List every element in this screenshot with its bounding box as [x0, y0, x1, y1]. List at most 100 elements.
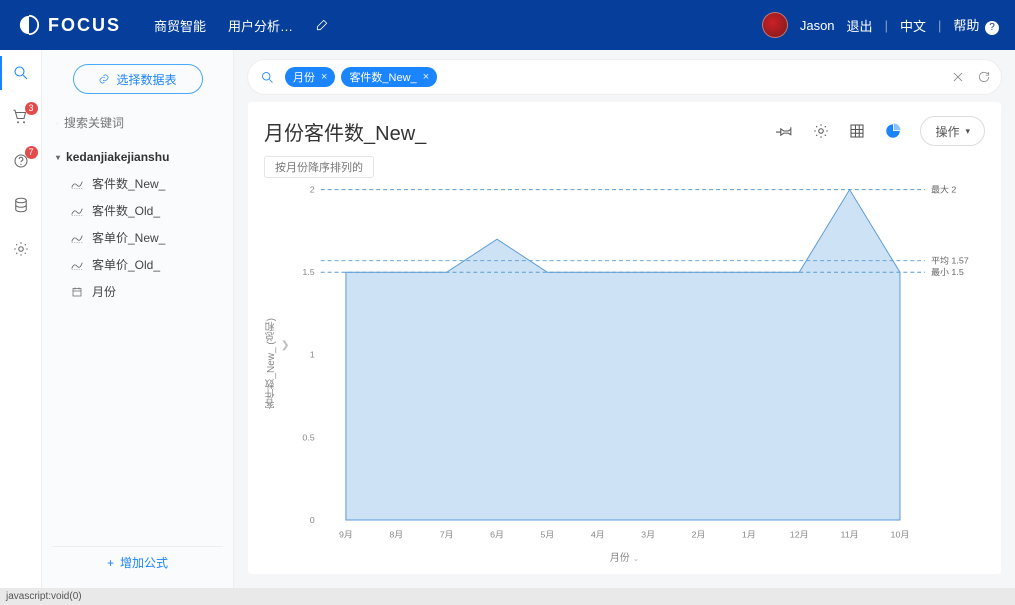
field-label: 客件数_New_ [92, 175, 165, 192]
field-label: 客件数_Old_ [92, 202, 160, 219]
help-icon: ? [985, 21, 999, 35]
field-label: 客单价_New_ [92, 229, 165, 246]
query-chip[interactable]: 月份 × [285, 67, 335, 87]
rail-assist-icon[interactable]: 7 [12, 152, 30, 170]
clear-query-icon[interactable] [951, 70, 965, 84]
dataset-header[interactable]: ▾ kedanjiakejianshu [52, 140, 223, 170]
chip-remove-icon[interactable]: × [321, 71, 327, 83]
brand-logo[interactable]: FOCUS [0, 14, 139, 36]
field-label: 月份 [92, 283, 116, 300]
operations-button[interactable]: 操作 ▾ [920, 116, 985, 146]
card-header: 月份客件数_New_ 操作 ▾ [264, 116, 985, 146]
dataset-name: kedanjiakejianshu [66, 150, 169, 164]
query-chip[interactable]: 客件数_New_ × [341, 67, 437, 87]
nav-right-group: Jason 退出 | 中文 | 帮助 ? [762, 12, 1015, 38]
chart-type-icon[interactable] [884, 122, 902, 140]
chip-label: 月份 [293, 69, 315, 85]
rail-assist-badge: 7 [25, 146, 38, 159]
top-nav: FOCUS 商贸智能 用户分析… Jason 退出 | 中文 | 帮助 ? [0, 0, 1015, 50]
add-formula-label: 增加公式 [120, 554, 168, 571]
svg-text:8月: 8月 [390, 529, 404, 539]
chip-remove-icon[interactable]: × [423, 71, 429, 83]
svg-text:最大 2: 最大 2 [931, 184, 956, 195]
avatar[interactable] [762, 12, 788, 38]
nav-language[interactable]: 中文 [900, 16, 926, 35]
query-bar[interactable]: 月份 × 客件数_New_ × [248, 60, 1001, 94]
chart-area: 客件数_New_ (总和) ❯ 0 0.5 1 1.5 2 最大 2 平均 1.57最小 1… [264, 180, 985, 547]
nav-item-bi[interactable]: 商贸智能 [154, 16, 206, 35]
chip-label: 客件数_New_ [349, 69, 416, 85]
brand-name: FOCUS [48, 15, 121, 36]
expand-y-axis-icon[interactable]: ❯ [281, 340, 289, 351]
edit-icon[interactable] [315, 18, 329, 32]
svg-text:1月: 1月 [742, 529, 756, 539]
chart-card: 月份客件数_New_ 操作 ▾ 按月份降序排列的 客件数_New_ (总和) ❯ [248, 102, 1001, 574]
rail-cart-icon[interactable]: 3 [12, 108, 30, 126]
svg-text:0.5: 0.5 [303, 432, 315, 442]
sidebar: 选择数据表 ▾ kedanjiakejianshu 客件数_New_ 客件数_Ol… [42, 50, 234, 588]
table-icon[interactable] [848, 122, 866, 140]
measure-field-icon [70, 205, 84, 217]
field-item[interactable]: 客单价_Old_ [52, 251, 223, 278]
sort-tag[interactable]: 按月份降序排列的 [264, 156, 374, 178]
svg-text:12月: 12月 [790, 529, 809, 539]
svg-text:2月: 2月 [692, 529, 706, 539]
svg-text:5月: 5月 [541, 529, 555, 539]
search-icon [56, 117, 58, 130]
chevron-down-icon: ⌄ [633, 554, 640, 563]
nav-left-group: 商贸智能 用户分析… [154, 16, 329, 35]
svg-text:2: 2 [310, 185, 315, 195]
field-label: 客单价_Old_ [92, 256, 160, 273]
svg-text:3月: 3月 [642, 529, 656, 539]
x-axis-title: 月份 ⌄ [264, 547, 985, 564]
date-field-icon [70, 286, 84, 298]
chevron-down-icon: ▾ [965, 126, 970, 137]
svg-text:平均 1.57: 平均 1.57 [931, 255, 969, 266]
search-icon [260, 70, 275, 85]
nav-divider: | [938, 18, 941, 33]
field-item[interactable]: 月份 [52, 278, 223, 305]
svg-text:1.5: 1.5 [303, 267, 315, 277]
nav-item-user-analytics[interactable]: 用户分析… [228, 16, 293, 35]
link-icon [98, 73, 110, 85]
rail-settings-icon[interactable] [12, 240, 30, 258]
focus-logo-icon [18, 14, 40, 36]
plus-icon: + [107, 556, 114, 570]
gear-icon[interactable] [812, 122, 830, 140]
main-area: 月份×客件数_New_× 月份客件数_New_ 操作 ▾ 按月 [234, 50, 1015, 588]
svg-text:6月: 6月 [490, 529, 504, 539]
left-rail: 3 7 [0, 50, 42, 588]
y-axis-title: 客件数_New_ (总和) [264, 318, 279, 409]
status-text: javascript:void(0) [6, 591, 82, 602]
nav-help[interactable]: 帮助 ? [953, 15, 999, 35]
refresh-icon[interactable] [977, 70, 991, 84]
collapse-caret-icon: ▾ [56, 153, 60, 162]
pin-icon[interactable] [776, 122, 794, 140]
nav-logout[interactable]: 退出 [847, 16, 873, 35]
svg-text:1: 1 [310, 350, 315, 360]
nav-username[interactable]: Jason [800, 18, 835, 33]
operations-label: 操作 [935, 123, 959, 140]
x-axis-label-text: 月份 [610, 553, 630, 564]
rail-data-icon[interactable] [12, 196, 30, 214]
svg-text:0: 0 [310, 515, 315, 525]
sidebar-search-input[interactable] [64, 116, 219, 130]
chart-plot[interactable]: 00.511.52最大 2平均 1.57最小 1.59月8月7月6月5月4月3月… [291, 180, 985, 547]
select-datasource-button[interactable]: 选择数据表 [73, 64, 203, 94]
rail-search-icon[interactable] [12, 64, 30, 82]
sidebar-search[interactable] [52, 112, 223, 140]
select-datasource-label: 选择数据表 [116, 71, 176, 88]
field-item[interactable]: 客件数_Old_ [52, 197, 223, 224]
measure-field-icon [70, 259, 84, 271]
svg-text:最小 1.5: 最小 1.5 [931, 267, 964, 277]
add-formula-button[interactable]: + 增加公式 [52, 546, 223, 578]
measure-field-icon [70, 178, 84, 190]
nav-divider: | [885, 18, 888, 33]
nav-help-label: 帮助 [953, 18, 979, 33]
svg-text:11月: 11月 [841, 529, 859, 539]
field-item[interactable]: 客单价_New_ [52, 224, 223, 251]
status-bar: javascript:void(0) [0, 588, 1015, 605]
svg-text:10月: 10月 [891, 529, 910, 539]
svg-text:7月: 7月 [440, 529, 454, 539]
field-item[interactable]: 客件数_New_ [52, 170, 223, 197]
